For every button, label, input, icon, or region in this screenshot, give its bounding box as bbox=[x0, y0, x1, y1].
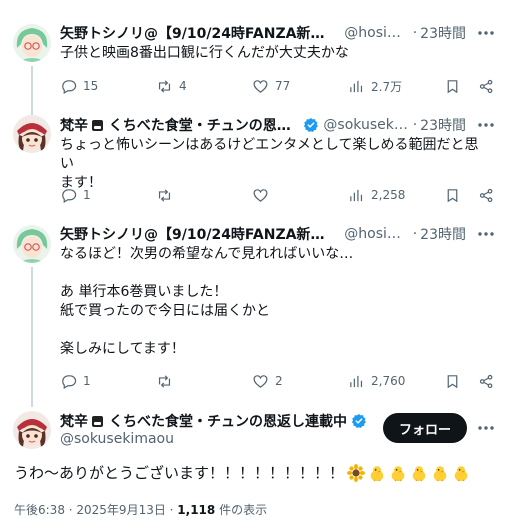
bookmark-button[interactable] bbox=[444, 76, 461, 96]
bookmark-icon bbox=[447, 188, 458, 202]
views-icon bbox=[350, 80, 363, 92]
chip-icon bbox=[92, 120, 103, 131]
reply-count: 1 bbox=[83, 188, 91, 202]
views-count: 2,258 bbox=[371, 188, 406, 202]
chick-emoji bbox=[370, 466, 384, 482]
bookmark-button[interactable] bbox=[444, 371, 461, 391]
tweet-text: なるほど！次男の希望なんで見れればいいな… あ 単行本6巻買いました！ 紙で買っ… bbox=[60, 246, 354, 357]
reply-icon bbox=[62, 188, 77, 203]
thread-line bbox=[31, 66, 33, 116]
retweet-button[interactable] bbox=[156, 185, 173, 205]
sunflower-emoji bbox=[347, 464, 366, 482]
reply-count: 15 bbox=[83, 79, 99, 93]
share-button[interactable] bbox=[478, 371, 495, 391]
retweet-button[interactable]: 4 bbox=[156, 76, 187, 96]
retweet-icon bbox=[158, 374, 171, 388]
like-button[interactable]: 77 bbox=[252, 76, 290, 96]
tweet-1[interactable]: 矢野トシノリ@【9/10/24時FANZA新作発… @hosim… · 23時間… bbox=[0, 0, 508, 116]
tweet-2[interactable]: 梵辛 くちべた食堂・チュンの恩返… @sokuseki… · 23時間 ちょっと怖… bbox=[0, 110, 508, 220]
views-icon bbox=[350, 375, 363, 387]
author-name[interactable]: 矢野トシノリ@【9/10/24時FANZA新作発… bbox=[60, 23, 332, 43]
retweet-icon bbox=[158, 188, 171, 202]
share-button[interactable] bbox=[478, 185, 495, 205]
like-icon bbox=[253, 79, 268, 93]
views-button[interactable]: 2,258 bbox=[348, 185, 405, 205]
like-button[interactable] bbox=[252, 185, 269, 205]
author-handle[interactable]: @sokuseki… bbox=[323, 117, 409, 133]
view-suffix: 件の表示 bbox=[215, 503, 268, 517]
avatar-sokuseki[interactable] bbox=[13, 115, 51, 153]
more-icon[interactable] bbox=[476, 115, 496, 135]
avatar-yano[interactable] bbox=[13, 24, 51, 62]
chick-emoji bbox=[412, 466, 426, 482]
action-bar: 15 4 77 2.7万 bbox=[60, 76, 496, 96]
like-count: 77 bbox=[275, 79, 291, 93]
share-icon bbox=[479, 188, 493, 202]
post-timestamp[interactable]: 午後6:38 · 2025年9月13日 · bbox=[14, 503, 177, 517]
tweet-3[interactable]: 矢野トシノリ@【9/10/24時FANZA新作発… @hosim… · 23時間… bbox=[0, 220, 508, 407]
main-tweet-text: うわ〜ありがとうございます！！！！！！！！！ bbox=[14, 462, 470, 484]
verified-icon[interactable] bbox=[351, 413, 367, 429]
more-icon[interactable] bbox=[476, 418, 496, 438]
more-icon[interactable] bbox=[476, 224, 496, 244]
retweet-icon bbox=[158, 79, 171, 93]
reply-icon bbox=[62, 79, 77, 94]
author-handle[interactable]: @sokusekimaou bbox=[60, 431, 174, 447]
post-time[interactable]: 23時間 bbox=[420, 224, 466, 244]
more-icon[interactable] bbox=[476, 23, 496, 43]
author-handle[interactable]: @hosim… bbox=[344, 25, 409, 41]
bookmark-button[interactable] bbox=[444, 185, 461, 205]
post-meta: 午後6:38 · 2025年9月13日 · 1,118 件の表示 bbox=[14, 501, 267, 518]
post-time[interactable]: 23時間 bbox=[420, 23, 466, 43]
like-count: 2 bbox=[275, 374, 283, 388]
verified-icon[interactable] bbox=[303, 117, 319, 133]
reply-button[interactable]: 15 bbox=[60, 76, 98, 96]
reply-count: 1 bbox=[83, 374, 91, 388]
retweet-button[interactable] bbox=[156, 371, 173, 391]
action-bar: 1 2,258 bbox=[60, 185, 496, 205]
share-button[interactable] bbox=[478, 76, 495, 96]
like-icon bbox=[253, 188, 268, 202]
tweet-text: 子供と映画8番出口観に行くんだが大丈夫かな bbox=[60, 45, 349, 61]
post-time[interactable]: 23時間 bbox=[420, 115, 466, 135]
bookmark-icon bbox=[447, 374, 458, 388]
chick-emoji bbox=[433, 466, 447, 482]
views-count: 2,760 bbox=[371, 374, 406, 388]
chick-emoji bbox=[391, 466, 405, 482]
avatar-yano[interactable] bbox=[13, 225, 51, 263]
author-name[interactable]: 矢野トシノリ@【9/10/24時FANZA新作発… bbox=[60, 224, 332, 244]
like-icon bbox=[253, 374, 268, 388]
share-icon bbox=[479, 79, 493, 93]
follow-button[interactable]: フォロー bbox=[383, 413, 467, 443]
bookmark-icon bbox=[447, 79, 458, 93]
reply-button[interactable]: 1 bbox=[60, 185, 91, 205]
view-count: 1,118 bbox=[177, 503, 216, 517]
author-name[interactable]: 梵辛 くちべた食堂・チュンの恩返し連載中 bbox=[60, 411, 347, 431]
author-name[interactable]: 梵辛 くちべた食堂・チュンの恩返… bbox=[60, 115, 299, 135]
avatar-sokuseki[interactable] bbox=[13, 411, 51, 449]
views-button[interactable]: 2,760 bbox=[348, 371, 405, 391]
views-button[interactable]: 2.7万 bbox=[348, 76, 402, 96]
reply-button[interactable]: 1 bbox=[60, 371, 91, 391]
views-icon bbox=[350, 189, 363, 201]
like-button[interactable]: 2 bbox=[252, 371, 283, 391]
thread-line bbox=[31, 267, 33, 407]
chick-emoji bbox=[454, 466, 468, 482]
share-icon bbox=[479, 374, 493, 388]
chip-icon bbox=[92, 416, 103, 427]
reply-icon bbox=[62, 374, 77, 389]
action-bar: 1 2 2,760 bbox=[60, 371, 496, 391]
author-handle[interactable]: @hosim… bbox=[344, 226, 409, 242]
retweet-count: 4 bbox=[179, 79, 187, 93]
views-count: 2.7万 bbox=[371, 79, 403, 94]
